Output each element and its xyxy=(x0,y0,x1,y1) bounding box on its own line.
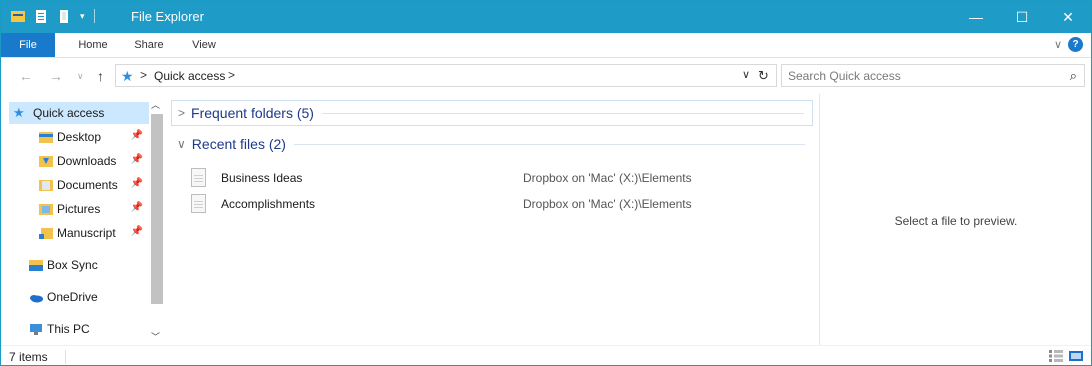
group-divider xyxy=(321,112,804,114)
list-item[interactable]: Accomplishments Dropbox on 'Mac' (X:)\El… xyxy=(187,192,807,216)
file-location: Dropbox on 'Mac' (X:)\Elements xyxy=(523,171,692,185)
search-box: ⌕ xyxy=(781,64,1085,87)
address-dropdown-icon[interactable]: ∨ xyxy=(742,68,750,81)
address-bar[interactable]: ★ > Quick access > ∨ xyxy=(115,64,777,87)
item-count: 7 items xyxy=(9,350,48,364)
star-icon: ★ xyxy=(13,105,25,120)
tab-file[interactable]: File xyxy=(1,33,55,57)
box-sync-icon xyxy=(29,259,43,271)
quick-access-star-icon: ★ xyxy=(121,68,134,84)
pin-icon[interactable]: 📌 xyxy=(131,226,143,237)
refresh-icon[interactable]: ↻ xyxy=(758,68,769,84)
group-frequent-folders[interactable]: > Frequent folders (5) xyxy=(171,100,813,126)
document-icon xyxy=(191,194,206,213)
sidebar-item-onedrive[interactable]: OneDrive xyxy=(9,286,149,308)
onedrive-icon xyxy=(30,294,43,302)
tab-home[interactable]: Home xyxy=(73,33,113,57)
sidebar-item-quick-access[interactable]: ★ Quick access xyxy=(9,102,149,124)
sidebar-item-label: Documents xyxy=(57,178,118,192)
preview-message: Select a file to preview. xyxy=(894,214,1018,228)
close-button[interactable]: ✕ xyxy=(1045,1,1091,33)
document-icon xyxy=(191,168,206,187)
status-divider xyxy=(65,350,66,364)
help-icon[interactable]: ? xyxy=(1068,37,1083,52)
sidebar-item-label: This PC xyxy=(47,322,90,336)
sidebar-item-label: Desktop xyxy=(57,130,102,144)
window-controls: — ☐ ✕ xyxy=(953,1,1091,33)
quick-access-toolbar: ▾ xyxy=(11,9,95,23)
collapsed-chevron-icon[interactable]: > xyxy=(178,106,185,120)
view-toggle xyxy=(1049,350,1083,362)
ribbon-right-controls: ∨ ? xyxy=(1054,37,1083,52)
title-bar: ▾ File Explorer — ☐ ✕ xyxy=(1,1,1091,33)
recent-locations-icon[interactable]: ∨ xyxy=(77,71,84,82)
qat-separator xyxy=(93,9,95,23)
properties-icon[interactable] xyxy=(34,9,48,23)
this-pc-icon xyxy=(30,323,42,335)
sidebar-item-label: OneDrive xyxy=(47,290,98,304)
navigation-pane: ★ Quick access Desktop 📌 Downloads 📌 Doc… xyxy=(9,98,149,345)
documents-folder-icon xyxy=(39,179,53,191)
tab-share[interactable]: Share xyxy=(129,33,169,57)
ribbon-tab-bar: File Home Share View ∨ ? xyxy=(1,33,1091,58)
pin-icon[interactable]: 📌 xyxy=(131,154,143,165)
window-title: File Explorer xyxy=(131,9,204,24)
new-folder-icon[interactable] xyxy=(57,9,71,23)
sidebar-item-documents[interactable]: Documents 📌 xyxy=(9,174,149,196)
list-item[interactable]: Business Ideas Dropbox on 'Mac' (X:)\Ele… xyxy=(187,166,807,190)
sidebar-item-label: Quick access xyxy=(33,106,105,120)
expand-ribbon-icon[interactable]: ∨ xyxy=(1054,38,1062,51)
sidebar-item-manuscript[interactable]: Manuscript 📌 xyxy=(9,222,149,244)
group-title: Frequent folders (5) xyxy=(191,105,314,121)
preview-pane: Select a file to preview. xyxy=(819,94,1091,345)
desktop-folder-icon xyxy=(39,131,53,143)
breadcrumb-separator[interactable]: > xyxy=(140,68,147,82)
tab-view[interactable]: View xyxy=(187,33,221,57)
large-icons-view-icon[interactable] xyxy=(1069,350,1083,362)
sidebar-item-box-sync[interactable]: Box Sync xyxy=(9,254,149,276)
up-arrow-icon[interactable]: ↑ xyxy=(97,68,104,84)
qat-customize-dropdown[interactable]: ▾ xyxy=(80,10,85,23)
sidebar-item-this-pc[interactable]: This PC xyxy=(9,318,149,340)
details-view-icon[interactable] xyxy=(1049,350,1063,362)
sidebar-item-label: Pictures xyxy=(57,202,101,216)
downloads-folder-icon xyxy=(39,155,53,167)
navigation-pane-scrollbar[interactable]: ︿ ﹀ xyxy=(149,98,165,345)
group-divider xyxy=(293,143,805,145)
scrollbar-thumb[interactable] xyxy=(151,114,163,304)
pictures-folder-icon xyxy=(39,203,53,215)
group-recent-files[interactable]: ∨ Recent files (2) xyxy=(171,131,813,157)
expanded-chevron-icon[interactable]: ∨ xyxy=(177,137,186,151)
sidebar-item-label: Downloads xyxy=(57,154,117,168)
pin-icon[interactable]: 📌 xyxy=(131,178,143,189)
file-explorer-window: ▾ File Explorer — ☐ ✕ File Home Share Vi… xyxy=(0,0,1092,366)
maximize-button[interactable]: ☐ xyxy=(999,1,1045,33)
sidebar-item-pictures[interactable]: Pictures 📌 xyxy=(9,198,149,220)
breadcrumb-separator[interactable]: > xyxy=(228,68,235,82)
content-pane: > Frequent folders (5) ∨ Recent files (2… xyxy=(167,94,817,345)
forward-arrow-icon[interactable]: → xyxy=(49,68,63,84)
app-folder-icon xyxy=(11,10,25,22)
file-name: Business Ideas xyxy=(221,171,303,185)
scroll-down-arrow-icon[interactable]: ﹀ xyxy=(151,330,160,343)
status-bar: 7 items xyxy=(1,345,1091,366)
search-icon[interactable]: ⌕ xyxy=(1070,68,1077,84)
sidebar-item-desktop[interactable]: Desktop 📌 xyxy=(9,126,149,148)
group-title: Recent files (2) xyxy=(191,136,286,152)
file-location: Dropbox on 'Mac' (X:)\Elements xyxy=(523,197,692,211)
pin-icon[interactable]: 📌 xyxy=(131,202,143,213)
file-name: Accomplishments xyxy=(221,197,316,211)
back-arrow-icon[interactable]: ← xyxy=(19,68,33,84)
navigation-bar: ← → ∨ ↑ ★ > Quick access > ∨ ↻ ⌕ xyxy=(1,58,1091,94)
minimize-button[interactable]: — xyxy=(953,1,999,33)
search-input[interactable] xyxy=(788,68,1048,83)
scroll-up-arrow-icon[interactable]: ︿ xyxy=(151,98,160,111)
sidebar-item-label: Manuscript xyxy=(57,226,116,240)
breadcrumb-quick-access[interactable]: Quick access xyxy=(154,69,225,83)
sidebar-item-downloads[interactable]: Downloads 📌 xyxy=(9,150,149,172)
manuscript-folder-icon xyxy=(39,227,53,239)
pin-icon[interactable]: 📌 xyxy=(131,130,143,141)
sidebar-item-label: Box Sync xyxy=(47,258,98,272)
